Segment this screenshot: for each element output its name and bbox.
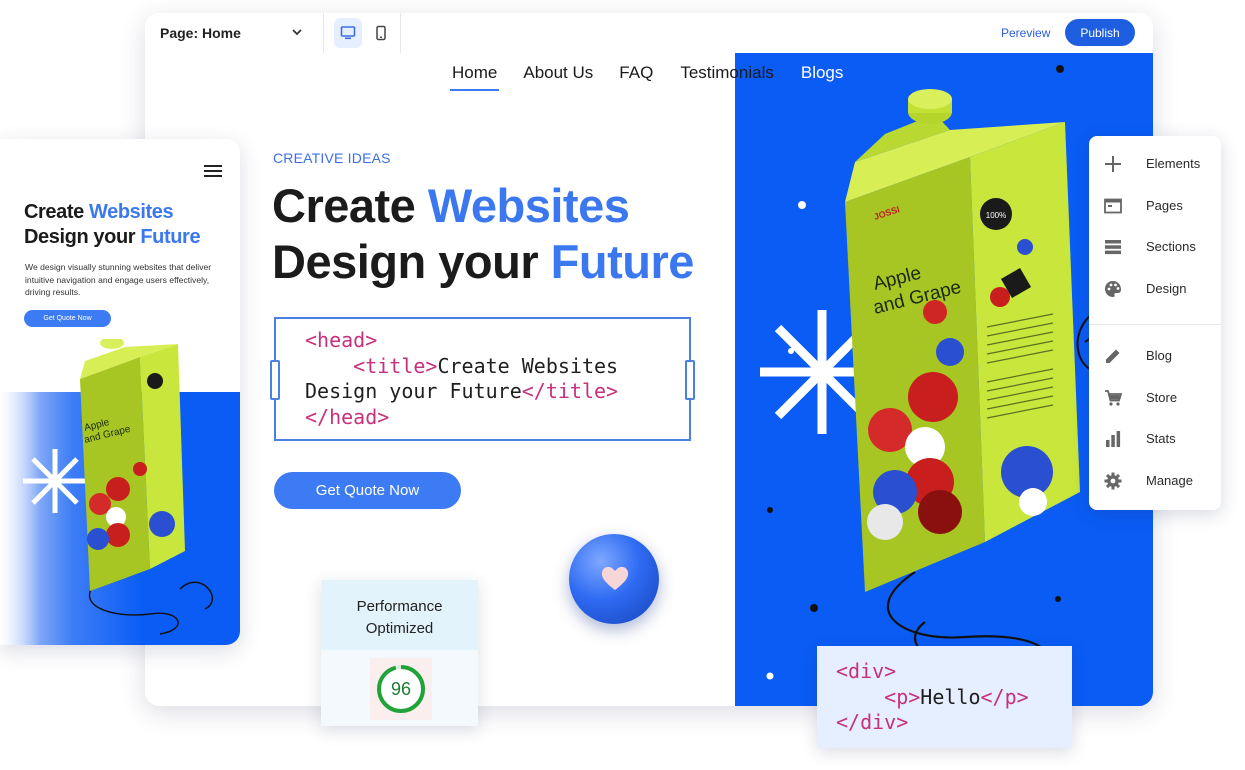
- code-div-open: <div>: [836, 659, 897, 683]
- site-nav: Home About Us FAQ Testimonials Blogs: [449, 63, 844, 91]
- mobile-preview: Apple and Grape Create Websites Design y…: [0, 139, 240, 645]
- headline-line2-b: Future: [550, 235, 695, 288]
- side-item-label: Pages: [1146, 198, 1183, 213]
- builder-side-panel: Elements Pages Sections Design Blog Stor…: [1089, 136, 1221, 510]
- headline-line1-b: Websites: [427, 179, 630, 232]
- mobile-view-button[interactable]: [367, 18, 395, 48]
- nav-item-faq[interactable]: FAQ: [619, 63, 653, 89]
- resize-handle-left[interactable]: [270, 360, 280, 400]
- side-item-store[interactable]: Store: [1089, 379, 1221, 417]
- hero-eyebrow: CREATIVE IDEAS: [273, 150, 391, 166]
- performance-score: 96: [370, 658, 432, 720]
- side-item-label: Blog: [1146, 348, 1173, 363]
- desktop-icon: [340, 26, 356, 40]
- code-p-open: <p>: [884, 684, 921, 709]
- mobile-icon: [376, 25, 386, 41]
- page-selector-label: Page: Home: [160, 25, 241, 41]
- side-item-sections[interactable]: Sections: [1089, 228, 1221, 266]
- chevron-down-icon: [292, 29, 302, 36]
- div-code-snippet: <div> <p>Hello</p> </div>: [817, 646, 1072, 748]
- nav-item-about-us[interactable]: About Us: [523, 63, 593, 89]
- code-head-close: </head>: [305, 404, 390, 429]
- side-item-label: Design: [1146, 281, 1187, 296]
- plus-icon: [1103, 154, 1123, 174]
- code-p-text: Hello: [920, 684, 981, 709]
- side-item-label: Elements: [1146, 156, 1201, 171]
- mobile-headline-line2-a: Design your: [24, 226, 141, 248]
- editor-topbar: Page: Home Pereview Publish: [145, 13, 1153, 53]
- headline-line2-a: Design your: [272, 235, 551, 288]
- code-title-close: </title>: [521, 379, 619, 403]
- palette-icon: [1103, 279, 1123, 299]
- cart-icon: [1103, 388, 1123, 408]
- mobile-paragraph: We design visually stunning websites tha…: [25, 262, 212, 297]
- side-item-blog[interactable]: Blog: [1089, 337, 1221, 375]
- side-item-pages[interactable]: Pages: [1089, 187, 1221, 225]
- gear-icon: [1103, 471, 1123, 491]
- side-item-manage[interactable]: Manage: [1089, 462, 1221, 500]
- sections-icon: [1103, 237, 1123, 257]
- code-div-close: </div>: [836, 710, 909, 734]
- mobile-headline-line2-b: Future: [140, 226, 201, 248]
- publish-button[interactable]: Publish: [1065, 19, 1135, 46]
- code-p-close: </p>: [980, 684, 1029, 709]
- page-selector[interactable]: Page: Home: [145, 13, 323, 53]
- side-panel-divider: [1089, 324, 1221, 325]
- headline-line1-a: Create: [272, 179, 428, 232]
- hero-headline: Create Websites Design your Future: [272, 178, 694, 290]
- pencil-icon: [1103, 346, 1123, 366]
- nav-item-home[interactable]: Home: [449, 63, 500, 91]
- side-item-label: Manage: [1146, 473, 1193, 488]
- mobile-headline-line1-b: Websites: [89, 201, 174, 223]
- get-quote-button[interactable]: Get Quote Now: [274, 472, 461, 509]
- code-title-text-1: Create Websites: [437, 353, 619, 378]
- preview-link[interactable]: Pereview: [1001, 26, 1050, 40]
- side-item-label: Store: [1146, 390, 1178, 405]
- performance-card: Performance Optimized 96: [321, 580, 478, 726]
- bar-chart-icon: [1103, 429, 1123, 449]
- side-item-label: Stats: [1146, 431, 1176, 446]
- divider: [400, 13, 401, 53]
- side-item-design[interactable]: Design: [1089, 270, 1221, 308]
- resize-handle-right[interactable]: [685, 360, 695, 400]
- heart-icon: [601, 566, 629, 590]
- code-title-text-2: Design your Future: [305, 379, 522, 403]
- pages-icon: [1103, 196, 1123, 216]
- head-code-snippet: <head> <title>Create Websites Design you…: [274, 317, 691, 441]
- code-title-open: <title>: [353, 353, 438, 378]
- divider: [323, 13, 324, 53]
- mobile-get-quote-button[interactable]: Get Quote Now: [24, 310, 111, 327]
- nav-item-testimonials[interactable]: Testimonials: [680, 63, 774, 89]
- side-item-label: Sections: [1146, 239, 1196, 254]
- performance-score-value: 96: [390, 679, 412, 699]
- mobile-headline: Create Websites Design your Future: [24, 200, 201, 250]
- side-item-stats[interactable]: Stats: [1089, 420, 1221, 458]
- side-item-elements[interactable]: Elements: [1089, 145, 1221, 183]
- code-head-open: <head>: [305, 328, 378, 352]
- performance-title: Performance Optimized: [321, 596, 478, 640]
- carton-badge: 100%: [986, 211, 1006, 220]
- performance-title-text: Performance Optimized: [356, 598, 443, 637]
- nav-item-blogs[interactable]: Blogs: [801, 63, 844, 89]
- mobile-headline-line1-a: Create: [24, 201, 90, 223]
- heart-bubble: [569, 534, 659, 624]
- menu-icon[interactable]: [204, 165, 222, 180]
- desktop-view-button[interactable]: [334, 18, 362, 48]
